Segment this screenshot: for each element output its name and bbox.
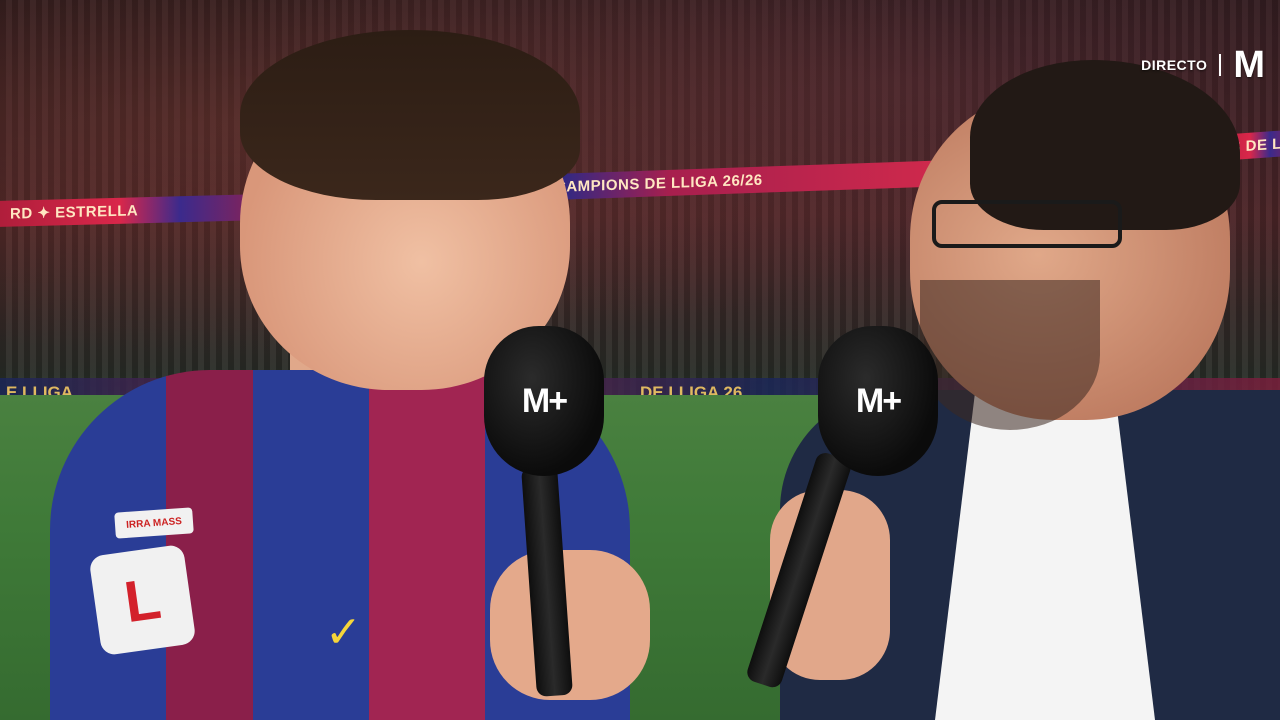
swoosh-logo-icon: ✓ — [325, 608, 362, 657]
channel-logo-icon: M — [1233, 44, 1265, 86]
player-hair — [240, 30, 580, 200]
glasses-icon — [932, 200, 1122, 248]
broadcast-overlay: DIRECTO M — [1141, 44, 1265, 86]
microphone-icon: M+ — [484, 326, 604, 476]
mic-logo: M+ — [855, 381, 902, 420]
mic-logo: M+ — [521, 381, 568, 420]
overlay-divider — [1219, 54, 1222, 76]
league-patch-icon: L — [88, 543, 197, 657]
host-beard — [920, 280, 1100, 430]
video-frame: RD ✦ ESTRELLA CAMPIONS DE LLIGA 26/26 ES… — [0, 0, 1280, 720]
microphone-icon: M+ — [818, 326, 938, 476]
live-indicator: DIRECTO — [1141, 57, 1208, 73]
jersey-sleeve-sponsor: IRRA MASS — [114, 507, 194, 539]
